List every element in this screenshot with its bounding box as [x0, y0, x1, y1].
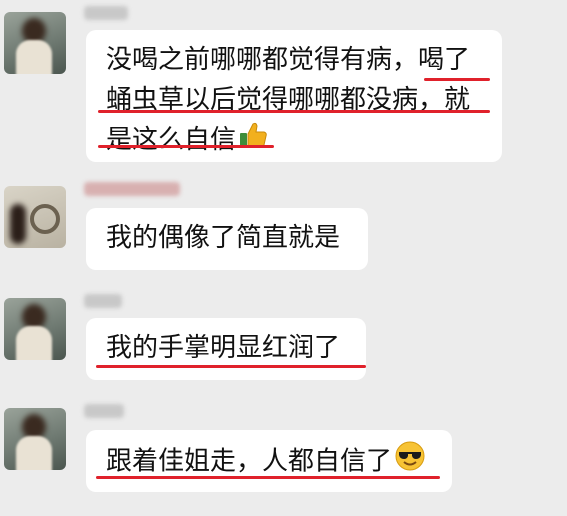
sender-name [84, 182, 180, 196]
message-text-line: 蛹虫草以后觉得哪哪都没病，就 [106, 85, 471, 115]
message-text-line: 没喝之前哪哪都觉得有病，喝了 [106, 45, 471, 75]
message-bubble[interactable]: 跟着佳姐走，人都自信了 [86, 430, 452, 492]
message-bubble[interactable]: 我的手掌明显红润了 [86, 318, 366, 380]
avatar[interactable] [4, 186, 66, 248]
avatar[interactable] [4, 298, 66, 360]
red-underline [98, 145, 274, 148]
sender-name [84, 294, 122, 308]
red-underline [96, 365, 366, 368]
sender-name [84, 404, 124, 418]
message-bubble[interactable]: 没喝之前哪哪都觉得有病，喝了 蛹虫草以后觉得哪哪都没病，就 是这么自信 [86, 30, 502, 162]
red-underline [96, 476, 440, 479]
message-bubble[interactable]: 我的偶像了简直就是 [86, 208, 368, 270]
message-text-line: 是这么自信 [106, 120, 486, 161]
message-text-line: 我的手掌明显红润了 [106, 333, 341, 363]
message-text-line: 我的偶像了简直就是 [106, 223, 341, 253]
thumbs-up-icon [238, 121, 268, 161]
red-underline [98, 110, 490, 113]
message-text: 跟着佳姐走，人都自信了 [106, 446, 393, 477]
sender-name [84, 6, 128, 20]
red-underline [424, 78, 490, 81]
avatar[interactable] [4, 408, 66, 470]
avatar[interactable] [4, 12, 66, 74]
message-text: 是这么自信 [106, 125, 237, 155]
